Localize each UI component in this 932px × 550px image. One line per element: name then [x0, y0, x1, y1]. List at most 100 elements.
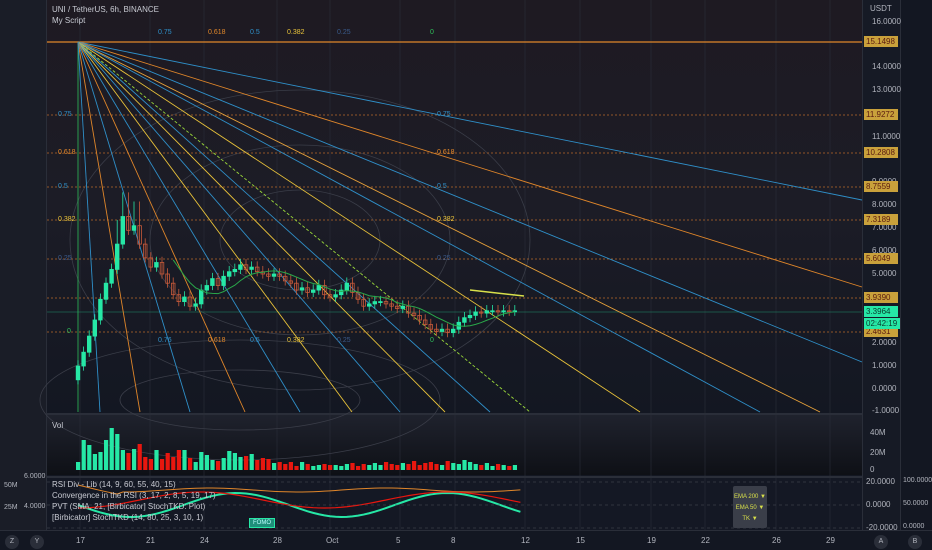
volume-bar [412, 461, 417, 470]
volume-bar [356, 466, 361, 470]
volume-bar [423, 463, 428, 470]
candle [450, 328, 456, 334]
volume-bar [249, 454, 254, 470]
volume-bar [378, 465, 383, 470]
ema-tooltip: EMA 200 ▼ EMA 50 ▼ TK ▼ [733, 486, 767, 528]
candle [378, 301, 383, 304]
candle [226, 271, 232, 277]
candle [198, 289, 204, 305]
volume-bar [311, 466, 316, 470]
candle [249, 266, 254, 270]
volume-bar [512, 465, 517, 470]
volume-bar [406, 464, 411, 470]
tooltip-tk[interactable]: TK ▼ [733, 514, 767, 525]
volume-bar [507, 466, 512, 470]
candle [299, 287, 305, 291]
time-tick: 21 [146, 536, 155, 545]
volume-bar [389, 464, 394, 470]
volume-bar [468, 462, 473, 470]
volume-bar [300, 462, 305, 470]
volume-bar [367, 465, 372, 470]
volume-bar [120, 450, 125, 470]
volume-bar [255, 460, 260, 470]
candle [87, 335, 92, 353]
fib-top-label: 0 [430, 29, 434, 36]
z-button[interactable]: Z [5, 535, 19, 549]
left-axis-tick: 50M [4, 482, 18, 489]
fib-bottom-label: 0.5 [250, 337, 260, 344]
tooltip-ema200[interactable]: EMA 200 ▼ [733, 492, 767, 503]
volume-bar [361, 464, 366, 470]
volume-bar [199, 452, 204, 470]
volume-bar [350, 463, 355, 470]
candle [400, 305, 405, 309]
price-tick: 1.0000 [872, 361, 897, 370]
volume-bar [305, 464, 310, 470]
volume-bar [400, 463, 405, 470]
volume-bar [176, 450, 181, 470]
fomo-badge: FOMO [249, 518, 275, 528]
time-tick: 24 [200, 536, 209, 545]
chart-drawing [39, 0, 863, 530]
indicator-legend-2[interactable]: PVT (SMA, 21, [Birbicator] StochTKD: Plo… [52, 502, 205, 511]
a-button[interactable]: A [874, 535, 888, 549]
time-tick: 28 [273, 536, 282, 545]
fib-top-label: 0.75 [158, 29, 172, 36]
fib-bottom-label: 0.76 [158, 337, 172, 344]
indicator-legend-3[interactable]: [Birbicator] StochTKD (14, 80, 25, 3, 10… [52, 513, 203, 522]
candle [473, 311, 478, 316]
b-button[interactable]: B [908, 535, 922, 549]
time-tick: 8 [451, 536, 456, 545]
indicator-tick: 20.0000 [866, 477, 895, 486]
price-level-label: 8.7559 [864, 181, 898, 192]
left-axis-tick: 6.0000 [24, 473, 46, 480]
price-level-label: 15.1498 [864, 36, 898, 47]
time-tick: 17 [76, 536, 85, 545]
volume-bar [132, 449, 137, 470]
volume-legend: Vol [52, 421, 64, 430]
volume-bar [171, 457, 176, 470]
volume-bar [328, 465, 333, 470]
indicator-far-tick: 50.0000 [903, 500, 929, 507]
volume-bar [479, 465, 484, 470]
time-tick: 26 [772, 536, 781, 545]
volume-bar [188, 458, 193, 470]
indicator-far-tick: 100.0000 [903, 477, 932, 484]
volume-bar [221, 458, 226, 470]
candle [193, 303, 198, 307]
candle [439, 328, 445, 332]
volume-bar [288, 462, 293, 470]
fib-top-label: 0.25 [337, 29, 351, 36]
volume-bar [98, 452, 103, 470]
volume-bar [322, 464, 327, 470]
y-button[interactable]: Y [30, 535, 44, 549]
price-level-label: 11.9272 [864, 109, 898, 120]
indicator-legend-0[interactable]: RSI Div - Lib (14, 9, 60, 55, 40, 15) [52, 480, 176, 489]
candle [333, 294, 338, 298]
volume-bar [148, 459, 153, 470]
candle [81, 351, 86, 367]
volume-bar [154, 450, 159, 470]
candle [484, 310, 489, 314]
volume-bar [283, 464, 288, 470]
last-price-label: 3.3964 [864, 306, 898, 317]
time-tick: Oct [326, 536, 339, 545]
candle [120, 216, 125, 245]
fib-top-label: 0.618 [208, 29, 226, 36]
tooltip-ema50[interactable]: EMA 50 ▼ [733, 503, 767, 514]
candle [115, 243, 120, 270]
fib-left-label: 0.5 [58, 183, 68, 190]
volume-bar [445, 461, 450, 470]
candle [310, 289, 316, 293]
time-tick: 12 [521, 536, 530, 545]
volume-bar [109, 428, 114, 470]
price-tick: 11.0000 [872, 132, 901, 141]
candle [238, 264, 243, 270]
volume-bar [384, 462, 389, 470]
volume-bar [490, 466, 495, 470]
fib-right-label: 0.382 [437, 216, 455, 223]
indicator-legend-1[interactable]: Convergence in the RSI (3, 17, 2, 8, 5, … [52, 491, 216, 500]
time-tick: 5 [396, 536, 401, 545]
volume-bar [160, 459, 165, 470]
symbol-title: UNI / TetherUS, 6h, BINANCE [52, 5, 159, 14]
